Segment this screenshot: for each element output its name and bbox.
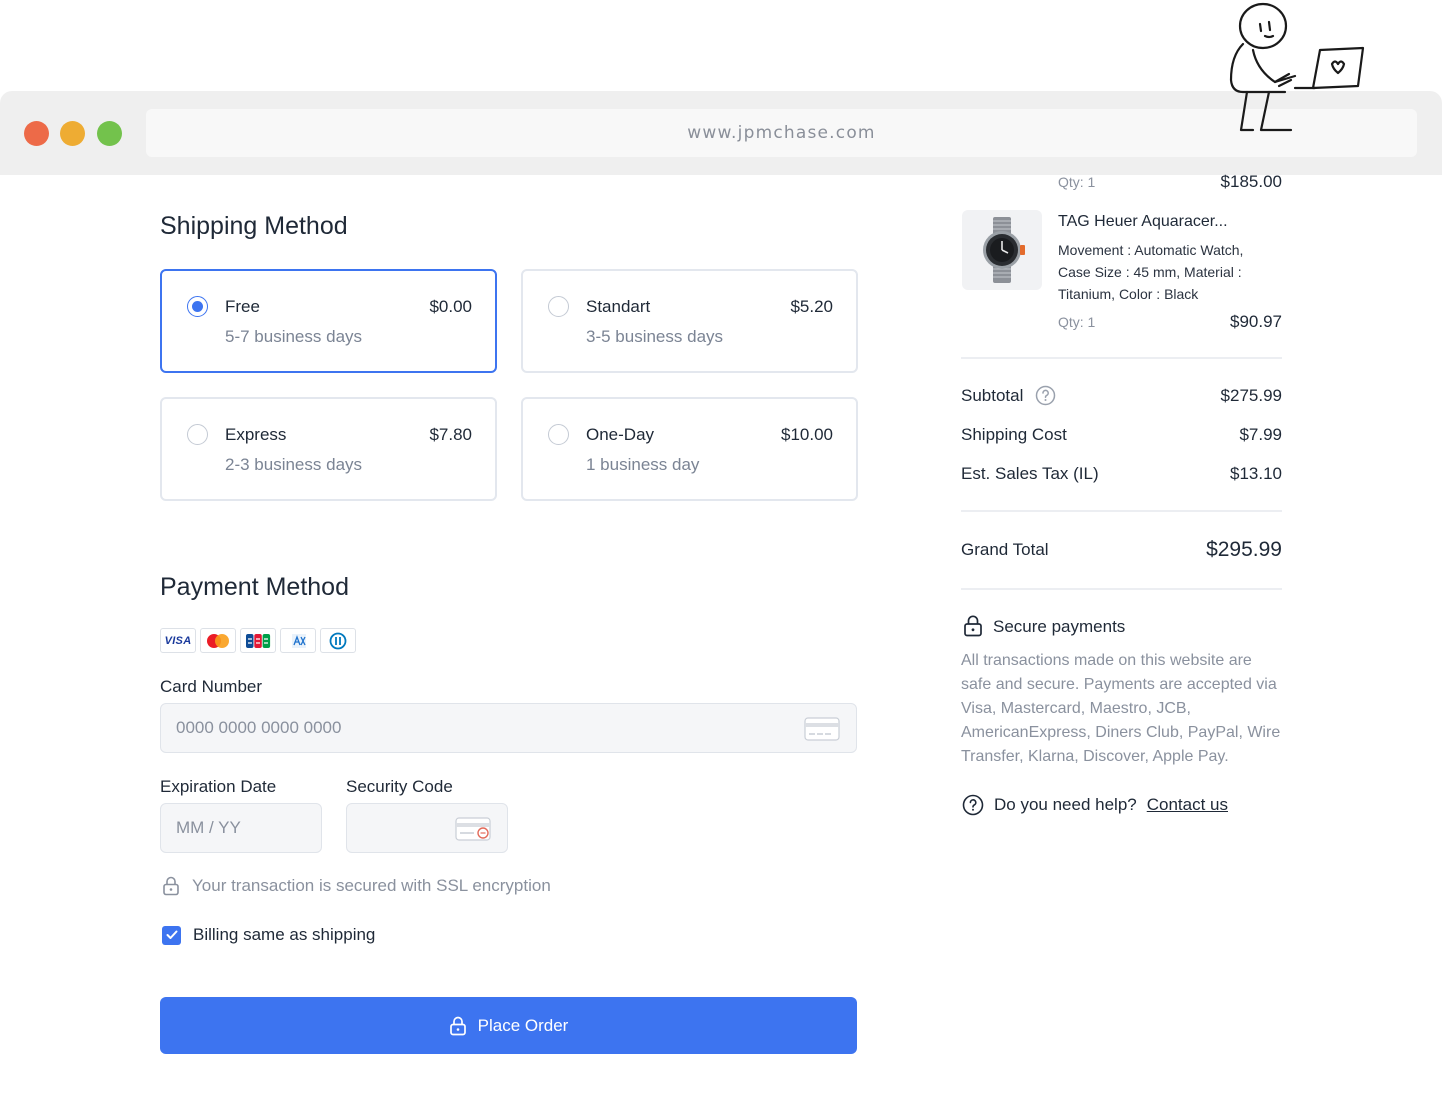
option-name: Free <box>225 297 260 316</box>
prev-item-qty: Qty: 1 <box>1058 174 1096 190</box>
option-name: Standart <box>586 297 651 316</box>
product-spec-line: Movement : Automatic Watch, <box>1058 242 1244 258</box>
place-order-button[interactable]: Place Order <box>160 997 857 1054</box>
radio-button[interactable] <box>187 296 208 317</box>
shipping-cost-value: $7.99 <box>1239 425 1282 444</box>
grand-total-label: Grand Total <box>961 540 1049 559</box>
shipping-option-standart[interactable]: Standart $5.20 3-5 business days <box>521 269 858 373</box>
divider <box>961 510 1282 512</box>
person-with-laptop-illustration <box>1229 2 1365 132</box>
mastercard-icon <box>200 628 236 653</box>
contact-us-link[interactable]: Contact us <box>1147 795 1228 815</box>
divider <box>961 588 1282 590</box>
option-price: $0.00 <box>429 297 472 316</box>
product-price: $90.97 <box>1230 312 1282 331</box>
jcb-icon <box>240 628 276 653</box>
window-minimize-button[interactable] <box>60 121 85 146</box>
cvc-card-icon <box>455 817 491 841</box>
option-price: $7.80 <box>429 425 472 444</box>
credit-card-icon <box>804 717 840 741</box>
product-spec-line: Titanium, Color : Black <box>1058 286 1199 302</box>
option-days: 1 business day <box>586 455 700 474</box>
shipping-cost-label: Shipping Cost <box>961 425 1067 444</box>
secure-payments-text: All transactions made on this website ar… <box>961 652 1281 765</box>
card-number-input[interactable]: 0000 0000 0000 0000 <box>160 703 857 753</box>
card-number-label: Card Number <box>160 677 263 696</box>
card-brands-row: VISA <box>160 628 356 653</box>
question-circle-icon <box>962 794 984 816</box>
visa-logo-text: VISA <box>164 634 192 647</box>
lock-icon <box>163 876 179 896</box>
billing-same-checkbox[interactable] <box>162 925 181 945</box>
grand-total-value: $295.99 <box>1206 538 1282 561</box>
help-row: Do you need help? Contact us <box>962 794 1228 816</box>
secure-payments-title: Secure payments <box>993 617 1126 636</box>
help-text: Do you need help? <box>994 795 1137 814</box>
shipping-option-one-day[interactable]: One-Day $10.00 1 business day <box>521 397 858 501</box>
radio-button[interactable] <box>548 424 569 445</box>
option-price: $5.20 <box>790 297 833 316</box>
lock-icon <box>449 1016 466 1035</box>
expiration-date-label: Expiration Date <box>160 777 277 796</box>
shipping-option-express[interactable]: Express $7.80 2-3 business days <box>160 397 497 501</box>
window-close-button[interactable] <box>24 121 49 146</box>
shipping-method-title: Shipping Method <box>160 212 348 240</box>
radio-button[interactable] <box>548 296 569 317</box>
shipping-option-free[interactable]: Free $0.00 5-7 business days <box>160 269 497 373</box>
watch-image <box>983 217 1025 283</box>
ssl-notice: Your transaction is secured with SSL enc… <box>162 876 551 896</box>
sales-tax-label: Est. Sales Tax (IL) <box>961 464 1099 483</box>
url-text: www.jpmchase.com <box>687 123 876 143</box>
divider <box>961 357 1282 359</box>
subtotal-value: $275.99 <box>1220 386 1282 405</box>
billing-same-label: Billing same as shipping <box>193 925 376 944</box>
window-maximize-button[interactable] <box>97 121 122 146</box>
option-price: $10.00 <box>781 425 833 444</box>
billing-same-checkbox-row[interactable]: Billing same as shipping <box>162 925 375 945</box>
diners-club-icon <box>320 628 356 653</box>
expiration-date-input[interactable]: MM / YY <box>160 803 322 853</box>
subtotal-label: Subtotal <box>961 386 1024 405</box>
prev-item-price: $185.00 <box>1220 172 1282 191</box>
visa-icon: VISA <box>160 628 196 653</box>
amex-icon <box>280 628 316 653</box>
product-spec-line: Case Size : 45 mm, Material : <box>1058 264 1242 280</box>
product-qty: Qty: 1 <box>1058 314 1096 330</box>
security-code-input[interactable] <box>346 803 508 853</box>
radio-button[interactable] <box>187 424 208 445</box>
option-days: 2-3 business days <box>225 455 363 474</box>
card-number-placeholder: 0000 0000 0000 0000 <box>176 718 342 737</box>
place-order-label: Place Order <box>477 1015 569 1035</box>
security-code-label: Security Code <box>346 777 453 796</box>
lock-icon <box>964 615 982 637</box>
payment-method-title: Payment Method <box>160 573 349 601</box>
help-circle-icon[interactable] <box>1035 385 1056 406</box>
option-days: 3-5 business days <box>586 327 724 346</box>
product-name: TAG Heuer Aquaracer... <box>1058 213 1228 230</box>
option-name: One-Day <box>586 425 655 444</box>
expiration-placeholder: MM / YY <box>176 818 241 837</box>
checkmark-icon <box>166 930 177 939</box>
option-name: Express <box>225 425 287 444</box>
product-thumbnail <box>962 210 1042 290</box>
sales-tax-value: $13.10 <box>1230 464 1282 483</box>
ssl-text: Your transaction is secured with SSL enc… <box>192 876 551 895</box>
option-days: 5-7 business days <box>225 327 363 346</box>
